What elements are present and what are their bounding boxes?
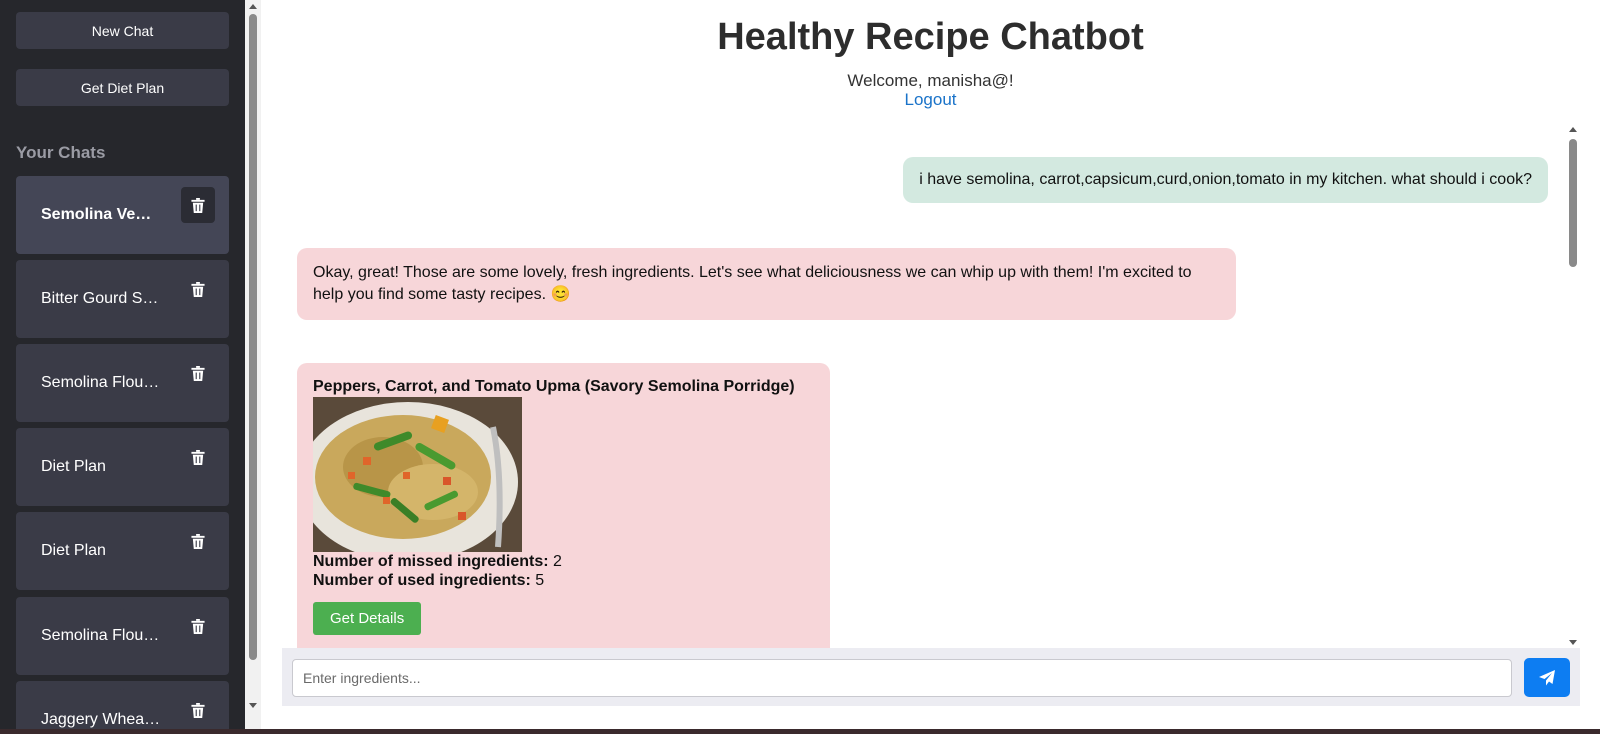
missed-ingredients-label: Number of missed ingredients: (313, 553, 549, 570)
used-ingredients: Number of used ingredients: 5 (313, 571, 814, 590)
send-button[interactable] (1524, 658, 1570, 697)
scroll-up-arrow-icon[interactable] (249, 4, 257, 9)
used-ingredients-value: 5 (535, 572, 545, 589)
recipe-image (313, 397, 522, 552)
trash-icon (191, 281, 205, 297)
delete-chat-button[interactable] (181, 523, 215, 559)
missed-ingredients-value: 2 (553, 553, 562, 570)
welcome-text: Welcome, manisha@! (847, 71, 1014, 90)
paper-plane-icon (1539, 669, 1555, 685)
chat-item-label: Semolina Flour Recipes (41, 627, 161, 644)
logout-label[interactable]: Logout (905, 90, 957, 109)
trash-icon (191, 449, 205, 465)
trash-icon (191, 365, 205, 381)
missed-ingredients: Number of missed ingredients: 2 (313, 552, 814, 571)
user-message: i have semolina, carrot,capsicum,curd,on… (903, 157, 1548, 203)
chat-item-label: Diet Plan (41, 458, 106, 475)
delete-chat-button[interactable] (181, 271, 215, 307)
scrollbar-thumb[interactable] (1569, 139, 1577, 267)
new-chat-button[interactable]: New Chat (16, 12, 229, 49)
chat-item-label: Semolina Veggie Upma (41, 206, 161, 223)
chat-item-label-wrap: Bitter Gourd Stir Fry (41, 260, 161, 338)
delete-chat-button[interactable] (181, 439, 215, 475)
ingredients-input[interactable] (292, 659, 1512, 697)
chat-item[interactable]: Semolina Veggie Upma (16, 176, 229, 254)
scroll-down-arrow-icon[interactable] (1569, 640, 1577, 645)
chat-item-label: Semolina Flour Recipes (41, 374, 161, 391)
scrollbar-thumb[interactable] (249, 14, 257, 660)
scroll-up-arrow-icon[interactable] (1569, 127, 1577, 132)
logout-link[interactable]: Logout (261, 90, 1600, 110)
chat-item[interactable]: Diet Plan (16, 512, 229, 590)
sidebar-scrollbar[interactable] (245, 0, 261, 734)
page-title: Healthy Recipe Chatbot (717, 16, 1144, 58)
scroll-down-arrow-icon[interactable] (249, 703, 257, 708)
chat-item[interactable]: Jaggery Wheat Recipes (16, 681, 229, 734)
chat-item-label-wrap: Diet Plan (41, 428, 161, 506)
get-details-button[interactable]: Get Details (313, 602, 422, 635)
chat-item[interactable]: Semolina Flour Recipes (16, 344, 229, 422)
chat-messages[interactable]: i have semolina, carrot,capsicum,curd,on… (282, 124, 1580, 648)
delete-chat-button[interactable] (181, 608, 215, 644)
chat-item[interactable]: Diet Plan (16, 428, 229, 506)
your-chats-heading: Your Chats (16, 143, 106, 162)
trash-icon (191, 702, 205, 718)
chat-item[interactable]: Semolina Flour Recipes (16, 597, 229, 675)
chat-item-label-wrap: Semolina Flour Recipes (41, 344, 161, 422)
chat-item-label-wrap: Diet Plan (41, 512, 161, 590)
delete-chat-button[interactable] (181, 187, 215, 223)
taskbar-strip (0, 729, 1600, 734)
recipe-title: Peppers, Carrot, and Tomato Upma (Savory… (313, 378, 795, 395)
chat-item-label: Bitter Gourd Stir Fry (41, 290, 161, 307)
get-diet-plan-button[interactable]: Get Diet Plan (16, 69, 229, 106)
chat-item-label: Jaggery Wheat Recipes (41, 711, 161, 728)
chat-item-label-wrap: Semolina Veggie Upma (41, 176, 161, 254)
input-bar (282, 648, 1580, 706)
chat-scrollbar[interactable] (1566, 124, 1580, 648)
trash-icon (191, 533, 205, 549)
bot-message: Okay, great! Those are some lovely, fres… (297, 248, 1236, 320)
sidebar: New Chat Get Diet Plan Your Chats Semoli… (0, 0, 245, 734)
chat-item[interactable]: Bitter Gourd Stir Fry (16, 260, 229, 338)
trash-icon (191, 197, 205, 213)
chat-item-label-wrap: Jaggery Wheat Recipes (41, 681, 161, 734)
delete-chat-button[interactable] (181, 355, 215, 391)
trash-icon (191, 618, 205, 634)
delete-chat-button[interactable] (181, 692, 215, 728)
used-ingredients-label: Number of used ingredients: (313, 572, 531, 589)
chat-item-label: Diet Plan (41, 542, 106, 559)
chat-item-label-wrap: Semolina Flour Recipes (41, 597, 161, 675)
recipe-card: Peppers, Carrot, and Tomato Upma (Savory… (297, 363, 830, 648)
